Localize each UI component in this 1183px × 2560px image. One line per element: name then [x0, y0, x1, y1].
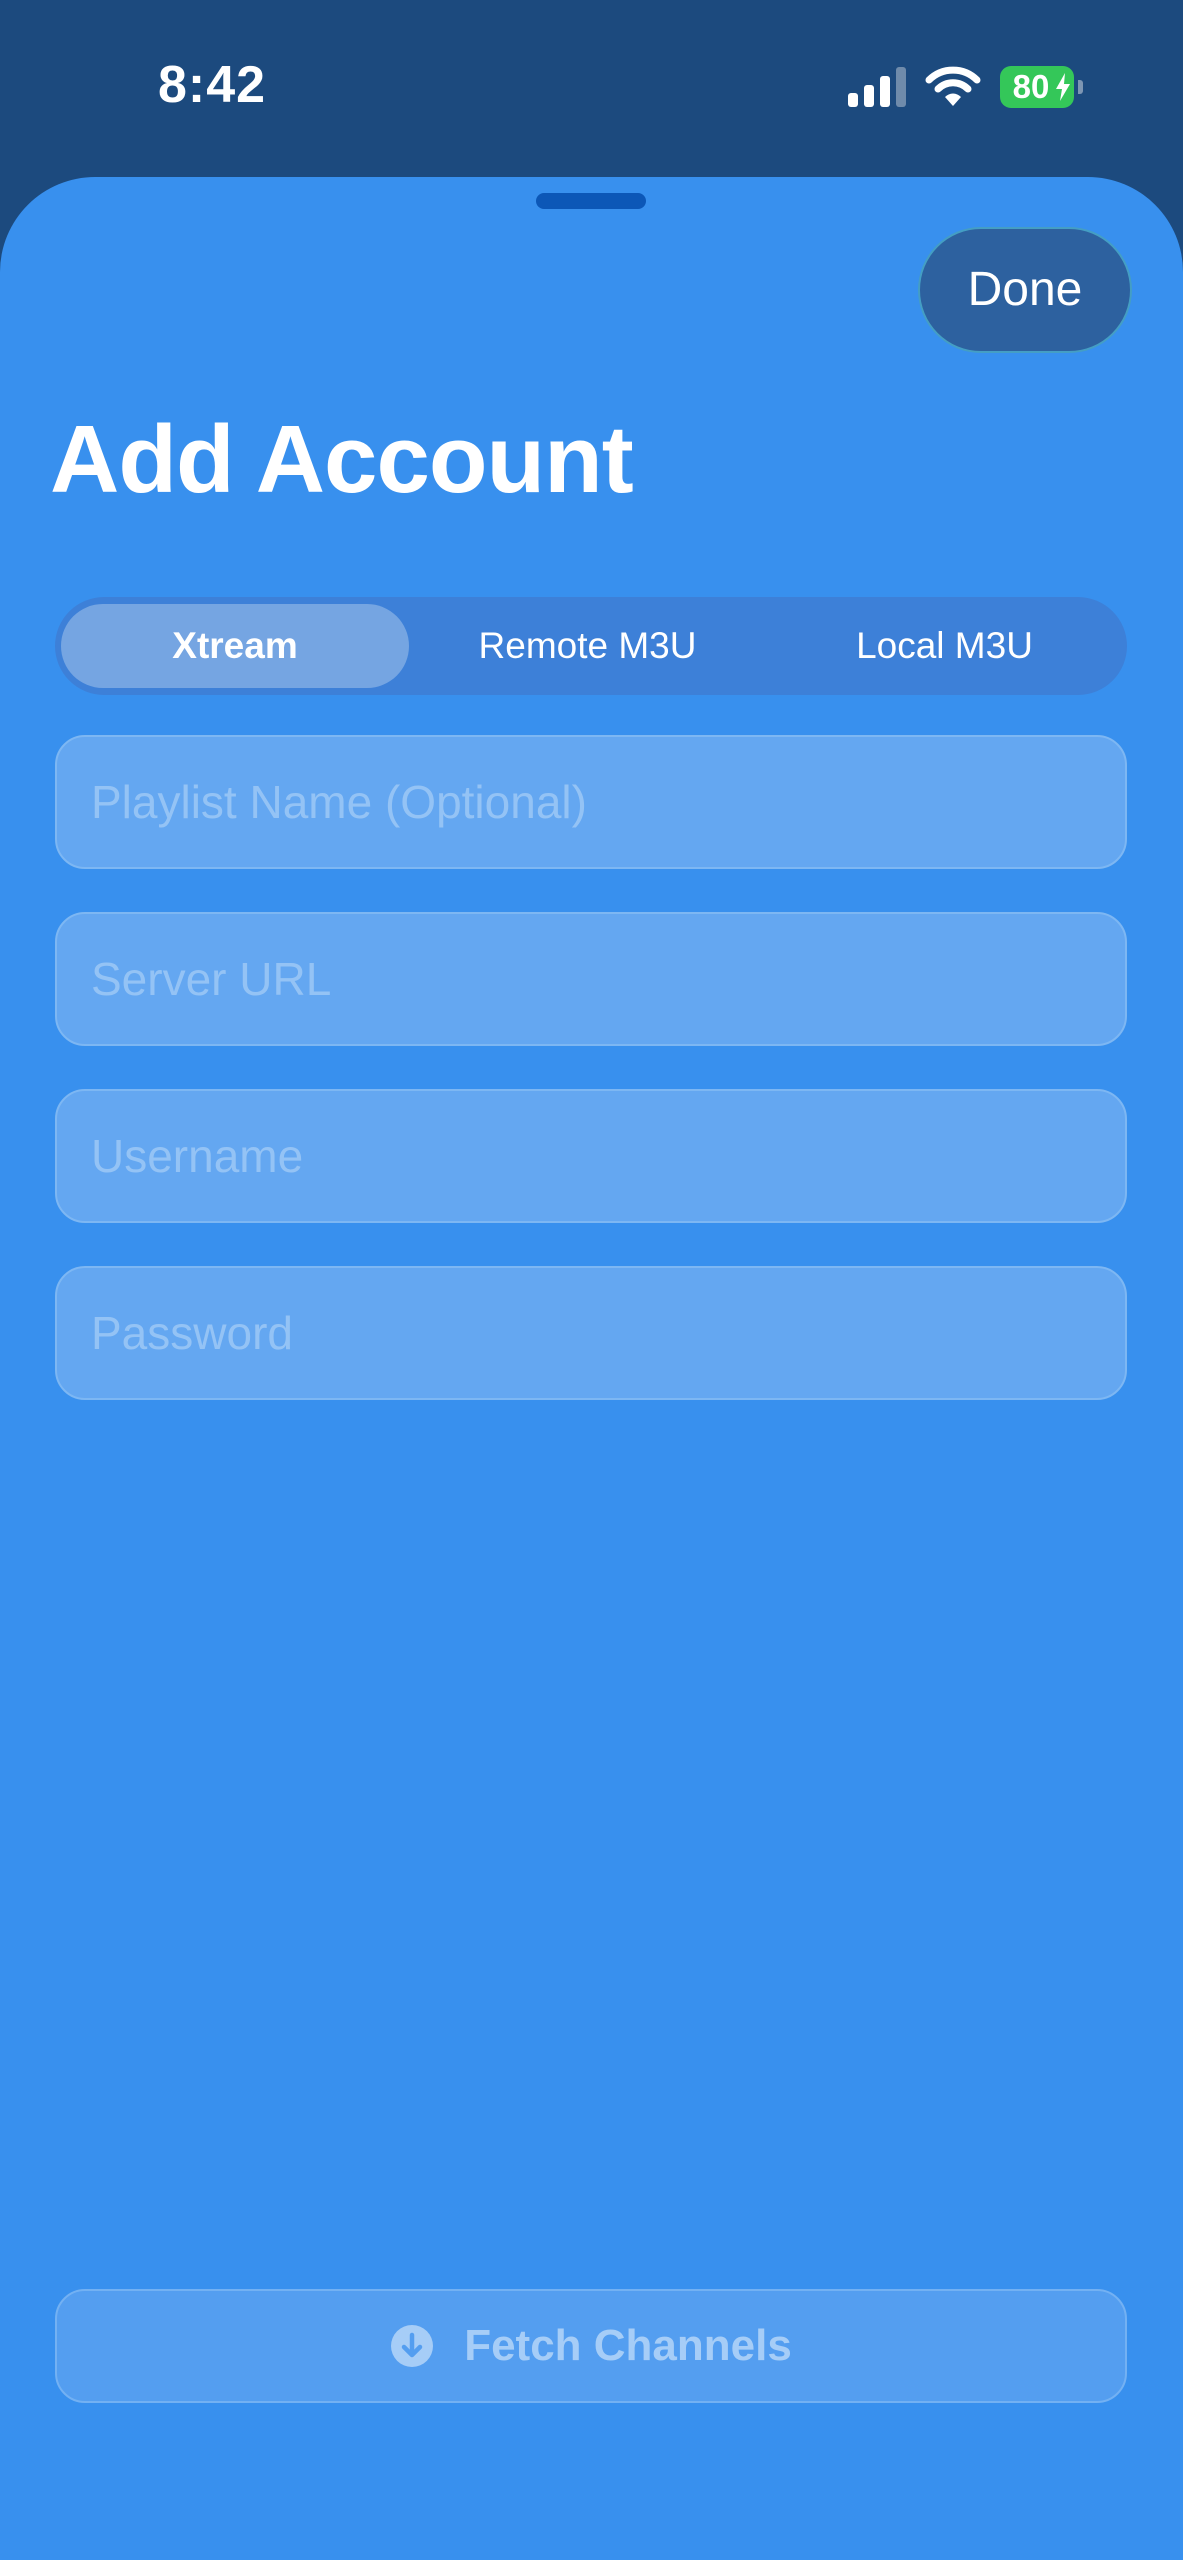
done-button[interactable]: Done	[918, 227, 1132, 353]
download-circle-icon	[391, 2325, 434, 2367]
segment-xtream[interactable]: Xtream	[61, 604, 409, 688]
status-time: 8:42	[158, 56, 267, 114]
cellular-signal-icon	[848, 67, 906, 107]
status-bar: 8:42 80	[0, 0, 1183, 170]
server-url-field[interactable]	[55, 912, 1127, 1046]
charging-bolt-icon	[1056, 73, 1070, 101]
fetch-channels-label: Fetch Channels	[464, 2321, 792, 2370]
fetch-channels-button[interactable]: Fetch Channels	[55, 2289, 1127, 2403]
battery-percent: 80	[1012, 68, 1050, 105]
source-type-segmented-control: Xtream Remote M3U Local M3U	[55, 597, 1127, 695]
battery-charging-icon: 80	[1000, 66, 1084, 108]
segment-remote-m3u[interactable]: Remote M3U	[409, 597, 766, 695]
battery-cap	[1078, 80, 1083, 94]
password-field[interactable]	[55, 1266, 1127, 1400]
wifi-icon	[925, 66, 981, 106]
add-account-sheet: Done Add Account Xtream Remote M3U Local…	[0, 177, 1183, 2560]
page-title: Add Account	[50, 406, 634, 513]
playlist-name-field[interactable]	[55, 735, 1127, 869]
segment-local-m3u[interactable]: Local M3U	[766, 597, 1123, 695]
sheet-grabber[interactable]	[536, 193, 646, 209]
username-field[interactable]	[55, 1089, 1127, 1223]
